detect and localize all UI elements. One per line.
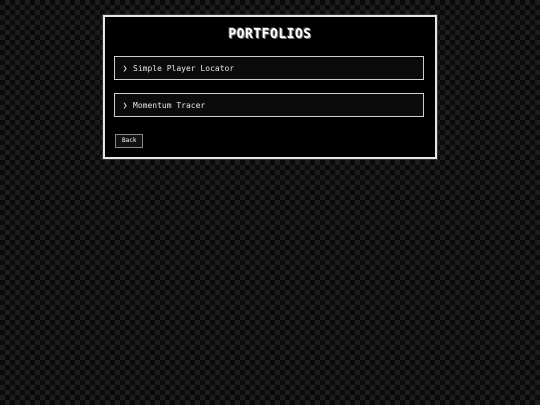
portfolio-item-label: Momentum Tracer (133, 100, 206, 110)
back-button[interactable]: Back (115, 134, 144, 148)
portfolio-item-simple-player-locator[interactable]: ❯ Simple Player Locator (114, 56, 424, 80)
chevron-right-icon: ❯ (122, 63, 128, 73)
chevron-right-icon: ❯ (122, 100, 128, 110)
portfolios-panel: PORTFOLIOS ❯ Simple Player Locator ❯ Mom… (103, 15, 437, 159)
portfolio-item-label: Simple Player Locator (133, 63, 235, 73)
page-title: PORTFOLIOS (228, 27, 312, 42)
portfolio-item-momentum-tracer[interactable]: ❯ Momentum Tracer (114, 93, 424, 117)
